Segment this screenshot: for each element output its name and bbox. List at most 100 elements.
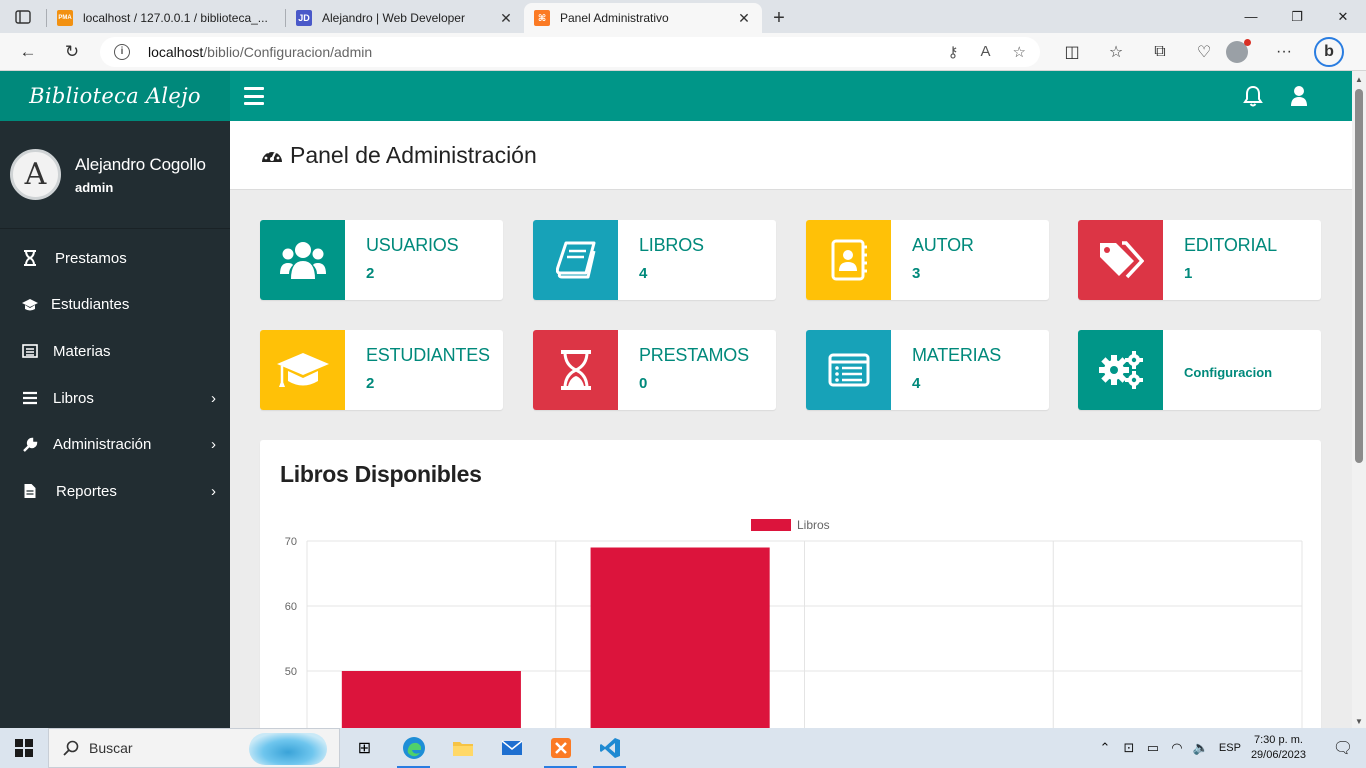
new-tab-button[interactable]: + (762, 3, 796, 33)
battery-icon[interactable]: ▭ (1141, 740, 1165, 756)
sidebar-item-libros[interactable]: Libros › (0, 375, 230, 422)
card-icon-box (260, 220, 345, 300)
close-window-button[interactable]: ✕ (1320, 0, 1366, 33)
graduation-cap-icon (276, 353, 329, 387)
bell-icon[interactable] (1243, 85, 1263, 107)
volume-icon[interactable]: 🔈 (1189, 740, 1213, 756)
favorite-star-icon[interactable]: ☆ (1013, 43, 1026, 61)
sidebar-item-label: Reportes (56, 482, 117, 500)
tab-actions-button[interactable] (0, 0, 46, 33)
vscode-taskbar-icon[interactable] (585, 728, 634, 768)
card-materias[interactable]: MATERIAS 4 (806, 330, 1049, 410)
search-placeholder: Buscar (89, 740, 133, 756)
sidebar-toggle-button[interactable] (244, 87, 264, 105)
mail-icon[interactable] (487, 728, 536, 768)
tachometer-icon (262, 148, 282, 162)
task-view-icon[interactable]: ⊞ (340, 728, 389, 768)
chevron-right-icon: › (211, 389, 216, 407)
browser-tab-strip: PMA localhost / 127.0.0.1 / biblioteca_.… (0, 0, 1366, 33)
tab-close-icon[interactable]: ✕ (736, 10, 752, 27)
sidebar-item-reportes[interactable]: Reportes › (0, 468, 230, 515)
card-usuarios[interactable]: USUARIOS 2 (260, 220, 503, 300)
edge-taskbar-icon[interactable] (389, 728, 438, 768)
card-label: USUARIOS (366, 235, 459, 255)
sidebar-item-estudiantes[interactable]: Estudiantes (0, 282, 230, 329)
card-estudiantes[interactable]: ESTUDIANTES 2 (260, 330, 503, 410)
scroll-up-icon[interactable]: ▲ (1355, 75, 1363, 84)
xampp-icon (550, 738, 571, 758)
brand-logo[interactable]: Biblioteca Alejo (0, 71, 230, 121)
back-button[interactable]: ← (8, 33, 48, 71)
browser-tab-phpmyadmin[interactable]: PMA localhost / 127.0.0.1 / biblioteca_.… (47, 3, 285, 33)
clock-time: 7:30 p. m. (1254, 734, 1303, 746)
wrench-icon (23, 437, 38, 452)
meet-now-icon[interactable]: ⊡ (1117, 740, 1141, 756)
sidebar-item-label: Libros (53, 389, 94, 407)
clock[interactable]: 7:30 p. m. 29/06/2023 (1251, 733, 1306, 763)
sidebar-item-label: Estudiantes (51, 296, 130, 314)
card-editorial[interactable]: EDITORIAL 1 (1078, 220, 1321, 300)
chart-panel: Libros Disponibles 50 60 70 Libros (260, 440, 1321, 728)
card-icon-box (533, 330, 618, 410)
tab-title: localhost / 127.0.0.1 / biblioteca_... (83, 11, 268, 25)
taskbar-search[interactable]: Buscar (48, 728, 340, 768)
card-label: PRESTAMOS (639, 345, 749, 365)
card-count: 0 (639, 375, 648, 392)
card-autor[interactable]: AUTOR 3 (806, 220, 1049, 300)
wifi-icon[interactable]: ◠ (1165, 740, 1189, 756)
windows-taskbar: Buscar ⊞ ⌃ ⊡ ▭ ◠ 🔈 ESP 7:30 p. m. 29/06/… (0, 728, 1366, 768)
y-tick-label: 70 (285, 536, 297, 548)
list-alt-icon (828, 353, 869, 387)
tab-actions-icon (15, 9, 31, 24)
card-libros[interactable]: LIBROS 4 (533, 220, 776, 300)
profile-avatar[interactable] (1226, 38, 1251, 63)
url-field[interactable]: i localhost/biblio/Configuracion/admin ⚷… (100, 36, 1040, 67)
tab-close-icon[interactable]: ✕ (498, 10, 514, 27)
card-icon-box (1078, 330, 1163, 410)
card-label: MATERIAS (912, 345, 1002, 365)
windows-logo-icon (15, 739, 33, 757)
bar (590, 547, 770, 728)
list-icon (23, 391, 37, 405)
split-screen-icon[interactable]: ◫ (1050, 42, 1094, 62)
tab-title: Alejandro | Web Developer (322, 11, 465, 25)
envelope-icon (501, 740, 522, 755)
restore-button[interactable]: ❐ (1274, 0, 1320, 33)
card-prestamos[interactable]: PRESTAMOS 0 (533, 330, 776, 410)
refresh-button[interactable]: ↻ (52, 33, 92, 71)
bing-chat-icon[interactable]: b (1314, 36, 1344, 67)
sidebar-menu: Prestamos Estudiantes Materias Libros › … (0, 235, 230, 515)
xampp-favicon-icon: ⌘ (534, 10, 550, 26)
sidebar-item-prestamos[interactable]: Prestamos (0, 235, 230, 282)
start-button[interactable] (0, 728, 48, 768)
card-icon-box (533, 220, 618, 300)
more-options-icon[interactable]: ··· (1262, 43, 1306, 61)
user-icon[interactable] (1290, 85, 1308, 107)
browser-tab-portfolio[interactable]: JD Alejandro | Web Developer ✕ (286, 3, 524, 33)
url-actions: ⚷ A ☆ (948, 43, 1026, 61)
favorites-icon[interactable]: ☆ (1094, 42, 1138, 62)
legend-label: Libros (797, 518, 830, 532)
read-aloud-icon[interactable]: A (981, 43, 991, 61)
tags-icon (1099, 241, 1144, 279)
language-indicator[interactable]: ESP (1219, 742, 1241, 754)
page-scrollbar[interactable]: ▲ ▼ (1352, 71, 1366, 728)
scrollbar-thumb[interactable] (1355, 89, 1363, 463)
chevron-right-icon: › (211, 436, 216, 454)
xampp-taskbar-icon[interactable] (536, 728, 585, 768)
minimize-button[interactable]: — (1228, 0, 1274, 33)
performance-icon[interactable]: ♡ (1182, 42, 1226, 62)
users-icon (279, 242, 326, 279)
sidebar-item-administracion[interactable]: Administración › (0, 421, 230, 468)
edge-icon (402, 737, 425, 759)
scroll-down-icon[interactable]: ▼ (1355, 717, 1363, 726)
key-icon[interactable]: ⚷ (948, 43, 959, 61)
sidebar-item-materias[interactable]: Materias (0, 328, 230, 375)
collections-icon[interactable]: ⧉ (1138, 43, 1182, 61)
file-explorer-icon[interactable] (438, 728, 487, 768)
site-info-icon[interactable]: i (114, 43, 130, 60)
card-configuracion[interactable]: Configuracion (1078, 330, 1321, 410)
notifications-icon[interactable]: 🗨 (1320, 738, 1366, 758)
browser-tab-panel[interactable]: ⌘ Panel Administrativo ✕ (524, 3, 762, 33)
chevron-up-icon[interactable]: ⌃ (1093, 740, 1117, 756)
